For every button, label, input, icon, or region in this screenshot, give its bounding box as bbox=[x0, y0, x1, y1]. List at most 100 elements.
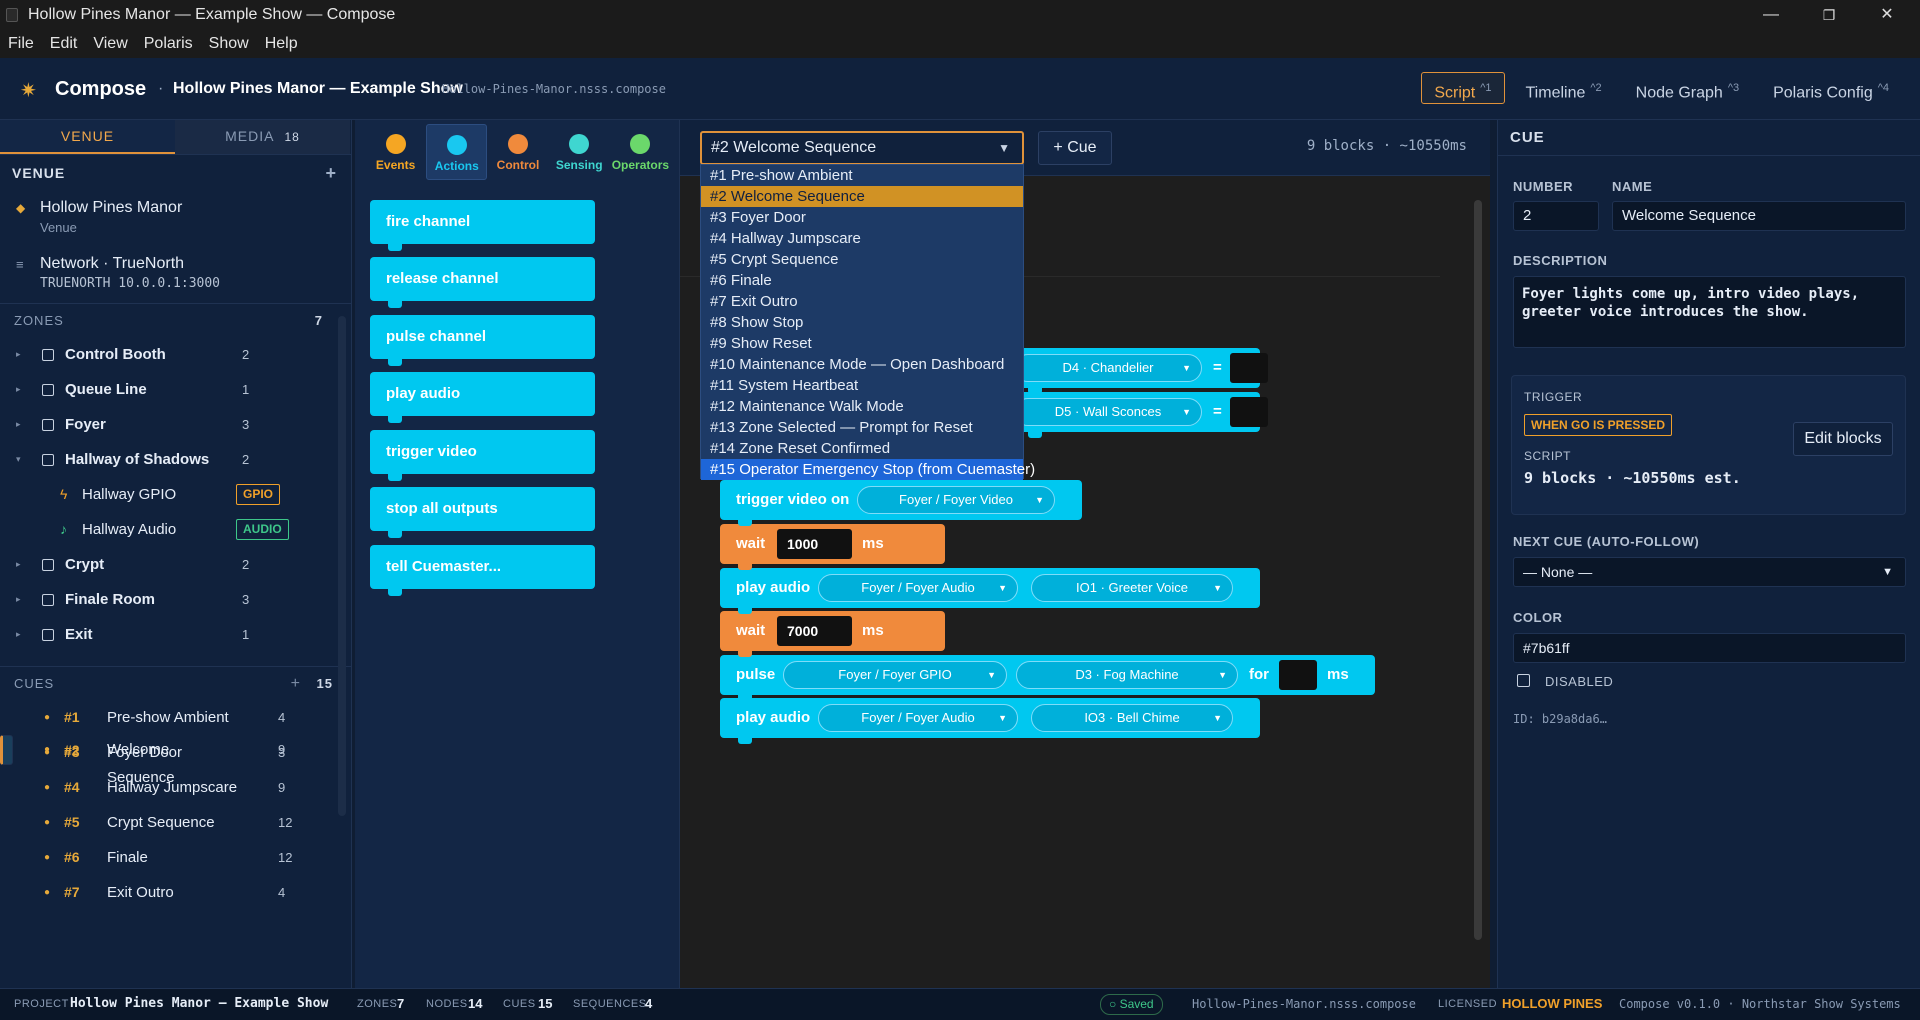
color-input[interactable]: #7b61ff bbox=[1513, 633, 1906, 663]
zone-checkbox[interactable] bbox=[42, 629, 54, 641]
caret-right-icon[interactable]: ▸ bbox=[16, 582, 21, 617]
duration-input[interactable] bbox=[1279, 660, 1317, 690]
network-item[interactable]: ≡ Network · TrueNorth TRUENORTH 10.0.0.1… bbox=[0, 247, 351, 303]
add-cue-button[interactable]: + bbox=[291, 667, 301, 701]
dropdown-option-hovered[interactable]: #15 Operator Emergency Stop (from Cuemas… bbox=[701, 459, 1035, 480]
block-wait[interactable]: wait 7000 ms bbox=[720, 611, 945, 657]
zone-item[interactable]: ▾ Hallway of Shadows 2 bbox=[0, 442, 351, 477]
block-set-chandelier[interactable]: D4 · Chandelier ▼ = bbox=[1010, 348, 1268, 394]
venue-item[interactable]: ◆ Hollow Pines Manor Venue bbox=[0, 191, 351, 247]
dropdown-option[interactable]: #6 Finale bbox=[701, 270, 1023, 291]
caret-down-icon[interactable]: ▾ bbox=[16, 442, 21, 477]
category-control[interactable]: Control bbox=[487, 124, 548, 180]
tab-node-graph[interactable]: Node Graph ^3 bbox=[1623, 72, 1752, 104]
block-play-audio[interactable]: play audio Foyer / Foyer Audio ▼ IO3 · Be… bbox=[720, 698, 1260, 744]
cue-select[interactable]: #2 Welcome Sequence ▼ bbox=[700, 131, 1024, 165]
zone-checkbox[interactable] bbox=[42, 384, 54, 396]
dropdown-option[interactable]: #13 Zone Selected — Prompt for Reset bbox=[701, 417, 1023, 438]
caret-right-icon[interactable]: ▸ bbox=[16, 617, 21, 652]
dropdown-option[interactable]: #8 Show Stop bbox=[701, 312, 1023, 333]
menu-view[interactable]: View bbox=[93, 35, 127, 53]
workspace-scrollbar[interactable] bbox=[1474, 200, 1482, 940]
dropdown-option[interactable]: #14 Zone Reset Confirmed bbox=[701, 438, 1023, 459]
disabled-checkbox[interactable] bbox=[1517, 674, 1530, 687]
menu-polaris[interactable]: Polaris bbox=[144, 35, 193, 53]
left-scrollbar[interactable] bbox=[338, 316, 346, 816]
dropdown-option-current[interactable]: #2 Welcome Sequence bbox=[701, 186, 1023, 207]
block-wait[interactable]: wait 1000 ms bbox=[720, 524, 945, 570]
audio-clip-select[interactable]: IO1 · Greeter Voice ▼ bbox=[1031, 574, 1233, 602]
cue-item[interactable]: ● #3 Foyer Door 3 bbox=[0, 735, 351, 770]
menu-help[interactable]: Help bbox=[265, 35, 298, 53]
caret-right-icon[interactable]: ▸ bbox=[16, 407, 21, 442]
channel-select[interactable]: D5 · Wall Sconces ▼ bbox=[1014, 398, 1202, 426]
zone-checkbox[interactable] bbox=[42, 454, 54, 466]
cue-item[interactable]: ● #6 Finale 12 bbox=[0, 840, 351, 875]
audio-node-select[interactable]: Foyer / Foyer Audio ▼ bbox=[818, 574, 1018, 602]
category-events[interactable]: Events bbox=[365, 124, 426, 180]
cue-item[interactable]: ● #4 Hallway Jumpscare 9 bbox=[0, 770, 351, 805]
close-button[interactable]: ✕ bbox=[1858, 0, 1916, 30]
dropdown-option[interactable]: #12 Maintenance Walk Mode bbox=[701, 396, 1023, 417]
audio-node-select[interactable]: Foyer / Foyer Audio ▼ bbox=[818, 704, 1018, 732]
node-item[interactable]: ♪ Hallway Audio AUDIO bbox=[0, 512, 351, 547]
caret-right-icon[interactable]: ▸ bbox=[16, 372, 21, 407]
add-venue-button[interactable]: + bbox=[325, 155, 337, 191]
block-trigger-video[interactable]: trigger video on Foyer / Foyer Video ▼ bbox=[720, 480, 1082, 526]
cue-item[interactable]: ● #7 Exit Outro 4 bbox=[0, 875, 351, 910]
tab-polaris-config[interactable]: Polaris Config ^4 bbox=[1760, 72, 1902, 104]
dropdown-option[interactable]: #11 System Heartbeat bbox=[701, 375, 1023, 396]
maximize-button[interactable]: ❐ bbox=[1800, 0, 1858, 30]
palette-block-fire-channel[interactable]: fire channel bbox=[370, 200, 595, 251]
palette-block-tell-cuemaster[interactable]: tell Cuemaster... bbox=[370, 545, 595, 596]
script-workspace[interactable]: #2 Welcome Sequence ▼ + Cue 9 blocks · ~1… bbox=[680, 120, 1490, 988]
channel-select[interactable]: D4 · Chandelier ▼ bbox=[1014, 354, 1202, 382]
dropdown-option[interactable]: #7 Exit Outro bbox=[701, 291, 1023, 312]
number-input[interactable]: 2 bbox=[1513, 201, 1599, 231]
dropdown-option[interactable]: #10 Maintenance Mode — Open Dashboard bbox=[701, 354, 1023, 375]
zone-checkbox[interactable] bbox=[42, 594, 54, 606]
gpio-node-select[interactable]: Foyer / Foyer GPIO ▼ bbox=[783, 661, 1007, 689]
block-set-sconces[interactable]: D5 · Wall Sconces ▼ = bbox=[1010, 392, 1268, 438]
wait-input[interactable]: 1000 bbox=[777, 529, 852, 559]
block-pulse[interactable]: pulse Foyer / Foyer GPIO ▼ D3 · Fog Machi… bbox=[720, 655, 1375, 701]
menu-file[interactable]: File bbox=[8, 35, 34, 53]
edit-blocks-button[interactable]: Edit blocks bbox=[1793, 422, 1893, 456]
zone-checkbox[interactable] bbox=[42, 559, 54, 571]
category-actions[interactable]: Actions bbox=[426, 124, 488, 180]
cue-item[interactable]: ● #1 Pre-show Ambient 4 bbox=[0, 700, 351, 735]
caret-right-icon[interactable]: ▸ bbox=[16, 337, 21, 372]
description-textarea[interactable]: Foyer lights come up, intro video plays,… bbox=[1513, 276, 1906, 348]
palette-block-stop-all-outputs[interactable]: stop all outputs bbox=[370, 487, 595, 538]
category-sensing[interactable]: Sensing bbox=[549, 124, 610, 180]
add-cue-button[interactable]: + Cue bbox=[1038, 131, 1112, 165]
video-node-select[interactable]: Foyer / Foyer Video ▼ bbox=[857, 486, 1055, 514]
dropdown-option[interactable]: #3 Foyer Door bbox=[701, 207, 1023, 228]
dropdown-option[interactable]: #9 Show Reset bbox=[701, 333, 1023, 354]
zone-checkbox[interactable] bbox=[42, 349, 54, 361]
zone-item[interactable]: ▸ Finale Room 3 bbox=[0, 582, 351, 617]
tab-venue[interactable]: VENUE bbox=[0, 120, 175, 154]
palette-block-trigger-video[interactable]: trigger video bbox=[370, 430, 595, 481]
caret-right-icon[interactable]: ▸ bbox=[16, 547, 21, 582]
zone-item[interactable]: ▸ Foyer 3 bbox=[0, 407, 351, 442]
value-input[interactable] bbox=[1230, 353, 1268, 383]
next-cue-select[interactable]: — None — ▼ bbox=[1513, 557, 1906, 587]
name-input[interactable]: Welcome Sequence bbox=[1612, 201, 1906, 231]
dropdown-option[interactable]: #5 Crypt Sequence bbox=[701, 249, 1023, 270]
menu-show[interactable]: Show bbox=[209, 35, 249, 53]
zone-item[interactable]: ▸ Queue Line 1 bbox=[0, 372, 351, 407]
zone-item[interactable]: ▸ Control Booth 2 bbox=[0, 337, 351, 372]
audio-clip-select[interactable]: IO3 · Bell Chime ▼ bbox=[1031, 704, 1233, 732]
wait-input[interactable]: 7000 bbox=[777, 616, 852, 646]
palette-block-release-channel[interactable]: release channel bbox=[370, 257, 595, 308]
dropdown-option[interactable]: #4 Hallway Jumpscare bbox=[701, 228, 1023, 249]
palette-block-pulse-channel[interactable]: pulse channel bbox=[370, 315, 595, 366]
tab-script[interactable]: Script ^1 bbox=[1421, 72, 1505, 104]
dropdown-option[interactable]: #1 Pre-show Ambient bbox=[701, 165, 1023, 186]
menu-edit[interactable]: Edit bbox=[50, 35, 78, 53]
zone-item[interactable]: ▸ Exit 1 bbox=[0, 617, 351, 652]
cue-item[interactable]: ● #5 Crypt Sequence 12 bbox=[0, 805, 351, 840]
value-input[interactable] bbox=[1230, 397, 1268, 427]
minimize-button[interactable]: — bbox=[1742, 0, 1800, 30]
